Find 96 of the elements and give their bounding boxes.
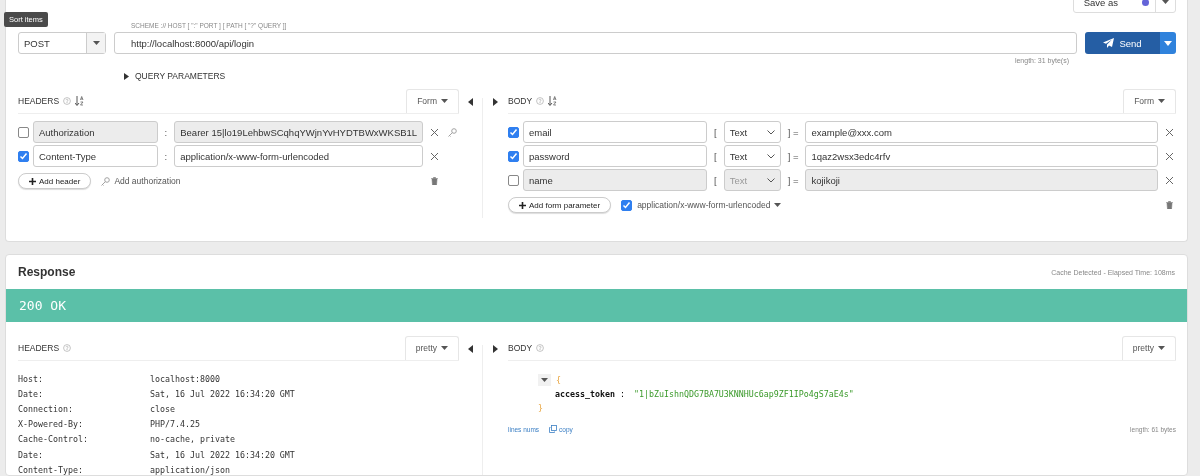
- trash-icon[interactable]: [430, 177, 438, 185]
- chevron-icon: [766, 129, 775, 135]
- method-select[interactable]: POST: [18, 32, 106, 54]
- key-icon[interactable]: [101, 176, 111, 186]
- json-string-value: "1|bZuIshnQDG7BA7U3KNNHUc6ap9ZF1IPo4gS7aE4s": [633, 389, 854, 399]
- caret-icon: [1162, 0, 1169, 4]
- collapse-left-icon[interactable]: [468, 345, 473, 353]
- bracket: [: [713, 174, 718, 186]
- param-name-field[interactable]: email: [523, 121, 707, 143]
- header-value: localhost:8000: [150, 373, 220, 384]
- bracket-equals: ] =: [786, 126, 800, 138]
- bracket: [: [713, 126, 718, 138]
- chevron-icon: [766, 153, 775, 159]
- header-value: application/json: [150, 464, 230, 475]
- section-title: BODY: [508, 95, 533, 106]
- add-authorization-link[interactable]: Add authorization: [114, 176, 181, 186]
- header-name: Host:: [18, 373, 44, 384]
- add-header-button[interactable]: Add header: [18, 173, 92, 189]
- url-field[interactable]: http://localhost:8000/api/login: [114, 32, 1077, 54]
- checkbox[interactable]: [508, 150, 519, 162]
- section-title: HEADERS: [18, 342, 60, 353]
- remove-icon[interactable]: [1165, 176, 1173, 184]
- header-name-field[interactable]: Content-Type: [33, 145, 158, 167]
- expand-right-icon[interactable]: [492, 345, 498, 353]
- remove-icon[interactable]: [1165, 152, 1173, 160]
- format-dropdown[interactable]: pretty: [1121, 335, 1176, 360]
- type-select[interactable]: Text: [723, 145, 781, 167]
- collapse-left-icon[interactable]: [468, 98, 473, 106]
- json-key: access_token: [555, 389, 615, 399]
- header-name: Connection:: [18, 403, 74, 414]
- mode-dropdown[interactable]: Form: [406, 88, 459, 113]
- checkbox[interactable]: [508, 174, 519, 186]
- bracket-equals: ] =: [786, 174, 800, 186]
- header-value-field[interactable]: Bearer 15|lo19LehbwSCqhqYWjnYvHYDTBWxWKSB1L: [174, 121, 424, 143]
- param-name-field[interactable]: password: [523, 145, 707, 167]
- header-value: no-cache, private: [150, 434, 235, 445]
- type-select[interactable]: Text: [723, 121, 781, 143]
- trash-icon[interactable]: [1165, 201, 1173, 209]
- json-brace: }: [538, 403, 543, 413]
- header-name: Cache-Control:: [18, 434, 89, 445]
- section-title: HEADERS: [18, 95, 60, 106]
- format-dropdown[interactable]: pretty: [404, 335, 459, 360]
- checkbox[interactable]: [508, 126, 519, 138]
- caret-icon: [92, 41, 100, 45]
- add-form-parameter-button[interactable]: Add form parameter: [508, 197, 612, 213]
- checkbox[interactable]: [18, 126, 29, 138]
- sort-icon[interactable]: [75, 95, 85, 106]
- header-name: Date:: [18, 449, 44, 460]
- caret-icon: [774, 203, 782, 207]
- fold-toggle[interactable]: [538, 374, 551, 386]
- expand-right-icon[interactable]: [492, 98, 498, 106]
- paper-plane-icon: [1103, 38, 1115, 48]
- plus-icon: [29, 177, 36, 185]
- caret-icon: [1164, 40, 1172, 46]
- header-value: close: [150, 403, 175, 414]
- key-icon[interactable]: [447, 127, 457, 137]
- query-parameters-toggle[interactable]: QUERY PARAMETERS: [18, 66, 232, 86]
- content-type-dropdown[interactable]: application/x-www-form-urlencoded: [637, 200, 782, 210]
- chevron-icon: [766, 177, 775, 183]
- caret-icon: [441, 346, 448, 350]
- copy-icon: [549, 425, 558, 433]
- caret-icon: [1158, 99, 1165, 103]
- header-value: Sat, 16 Jul 2022 16:34:20 GMT: [150, 449, 295, 460]
- remove-icon[interactable]: [430, 152, 438, 160]
- separator: :: [163, 150, 169, 162]
- section-title: BODY: [508, 342, 533, 353]
- json-brace: {: [556, 375, 561, 385]
- checkbox[interactable]: [621, 199, 633, 211]
- checkbox[interactable]: [18, 150, 29, 162]
- param-value-field[interactable]: 1qaz2wsx3edc4rfv: [805, 145, 1158, 167]
- status-bar: 200 OK: [6, 289, 1187, 322]
- mode-dropdown[interactable]: Form: [1123, 88, 1176, 113]
- remove-icon[interactable]: [430, 128, 438, 136]
- remove-icon[interactable]: [1165, 128, 1173, 136]
- header-value: Sat, 16 Jul 2022 16:34:20 GMT: [150, 388, 295, 399]
- header-name: Date:: [18, 388, 44, 399]
- json-colon: :: [618, 389, 626, 399]
- header-name: X-Powered-By:: [18, 419, 84, 430]
- header-name-field[interactable]: Authorization: [33, 121, 158, 143]
- param-value-field[interactable]: kojikoji: [805, 169, 1158, 191]
- bracket: [: [713, 150, 718, 162]
- bracket-equals: ] =: [786, 150, 800, 162]
- response-title: Response: [18, 265, 76, 279]
- header-value: PHP/7.4.25: [150, 419, 200, 430]
- expand-icon: [124, 72, 129, 80]
- header-name: Content-Type:: [18, 464, 84, 475]
- caret-icon: [1158, 346, 1165, 350]
- caret-icon: [441, 99, 448, 103]
- header-value-field[interactable]: application/x-www-form-urlencoded: [174, 145, 424, 167]
- plus-icon: [519, 201, 526, 209]
- sort-icon[interactable]: [548, 95, 558, 106]
- param-value-field[interactable]: example@xxx.com: [805, 121, 1158, 143]
- separator: :: [163, 126, 169, 138]
- param-name-field[interactable]: name: [523, 169, 707, 191]
- send-button[interactable]: Send: [1085, 32, 1176, 54]
- caret-icon: [541, 378, 548, 382]
